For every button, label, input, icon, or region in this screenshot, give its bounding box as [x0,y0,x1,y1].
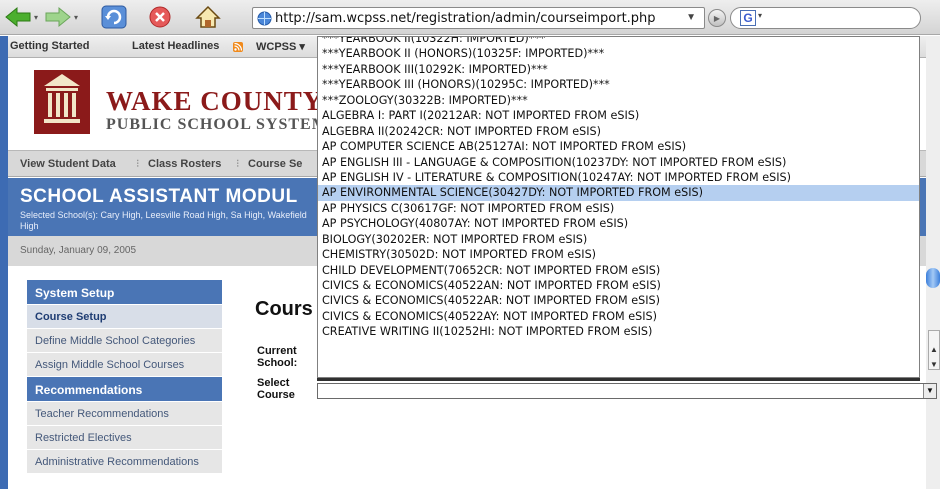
search-engine-dropdown-icon[interactable]: ▾ [758,11,762,20]
dropdown-option[interactable]: AP PHYSICS C(30617GF: NOT IMPORTED FROM … [318,201,919,216]
forward-button[interactable] [44,4,72,30]
sidebar-item-restricted-electives[interactable]: Restricted Electives [27,426,222,450]
stop-icon [149,6,171,28]
building-icon [44,74,80,123]
dropdown-option[interactable]: CHILD DEVELOPMENT(70652CR: NOT IMPORTED … [318,263,919,278]
page-scroll-thumb[interactable] [926,268,940,288]
dropdown-option[interactable]: ALGEBRA II(20242CR: NOT IMPORTED FROM eS… [318,124,919,139]
sidebar-item-define-middle-school-categories[interactable]: Define Middle School Categories [27,329,222,353]
forward-history-icon[interactable]: ▾ [74,13,78,22]
school-logo [34,70,90,134]
home-icon [195,5,221,28]
dropdown-option[interactable]: ***YEARBOOK III (HONORS)(10295C: IMPORTE… [318,77,919,92]
sidebar: System Setup Course Setup Define Middle Sc… [27,280,222,474]
browser-toolbar: ▾ ▾ http://sam.wcpss.net/registration/ad… [0,0,940,35]
dropdown-option[interactable]: ALGEBRA I: PART I(20212AR: NOT IMPORTED … [318,108,919,123]
globe-icon [257,11,272,26]
select-course-label: Select Course [257,377,295,401]
current-school-label-line1: Current [257,345,297,357]
bookmark-latest-headlines[interactable]: Latest Headlines [132,40,219,52]
sidebar-item-course-setup[interactable]: Course Setup [27,305,222,329]
course-select[interactable]: ▼ [317,383,937,399]
current-school-label-line2: School: [257,357,298,369]
dropdown-option[interactable]: ***YEARBOOK II(10322H: IMPORTED)*** [318,37,919,46]
course-dropdown-list[interactable]: ***YEARBOOK II(10322H: IMPORTED)*** ***YE… [317,36,920,378]
chevron-down-icon[interactable]: ▼ [923,384,936,398]
nav-class-rosters[interactable]: Class Rosters [148,158,221,170]
sidebar-item-teacher-recommendations[interactable]: Teacher Recommendations [27,402,222,426]
dropdown-option[interactable]: AP PSYCHOLOGY(40807AY: NOT IMPORTED FROM… [318,216,919,231]
back-history-icon[interactable]: ▾ [34,13,38,22]
nav-course-setup[interactable]: Course Se [248,158,302,170]
dropdown-option[interactable]: CIVICS & ECONOMICS(40522AY: NOT IMPORTED… [318,309,919,324]
address-bar[interactable]: http://sam.wcpss.net/registration/admin/… [252,7,705,29]
dropdown-option[interactable]: AP COMPUTER SCIENCE AB(25127AI: NOT IMPO… [318,139,919,154]
scroll-up-icon[interactable]: ▲ [930,345,938,354]
dropdown-option[interactable]: AP ENGLISH IV - LITERATURE & COMPOSITION… [318,170,919,185]
logo-title: WAKE COUNTY [106,86,324,116]
go-arrow-icon: ▶ [713,13,721,23]
selected-schools: Selected School(s): Cary High, Leesville… [20,210,307,231]
google-search-icon[interactable]: G [740,10,756,26]
dropdown-option[interactable]: BIOLOGY(30202ER: NOT IMPORTED FROM eSIS) [318,232,919,247]
current-date: Sunday, January 09, 2005 [20,245,137,256]
page-title: Cours [255,298,313,320]
reload-icon [101,5,127,29]
go-button[interactable]: ▶ [708,9,726,27]
dropdown-option[interactable]: ***ZOOLOGY(30322B: IMPORTED)*** [318,93,919,108]
forward-arrow-icon [45,6,71,28]
sidebar-item-recommendations[interactable]: Recommendations [27,377,222,402]
url-history-icon[interactable]: ▼ [686,12,696,23]
nav-separator: ⁝ [236,158,240,170]
dropdown-option[interactable]: CIVICS & ECONOMICS(40522AR: NOT IMPORTED… [318,293,919,308]
current-school-label: Current School: [257,345,297,369]
url-text: http://sam.wcpss.net/registration/admin/… [275,11,656,26]
nav-separator: ⁝ [136,158,140,170]
dropdown-shadow [317,378,920,381]
rss-icon [233,42,243,52]
select-course-label-line1: Select [257,377,290,389]
back-button[interactable] [4,4,32,30]
dropdown-option[interactable]: CREATIVE WRITING II(10252HI: NOT IMPORTE… [318,324,919,339]
page-scrollbar[interactable] [926,36,940,489]
nav-view-student-data[interactable]: View Student Data [20,158,116,170]
page-left-border [0,36,8,489]
bookmark-getting-started[interactable]: Getting Started [10,40,89,52]
module-title: SCHOOL ASSISTANT MODUL [20,186,298,207]
sidebar-item-administrative-recommendations[interactable]: Administrative Recommendations [27,450,222,474]
sidebar-item-assign-middle-school-courses[interactable]: Assign Middle School Courses [27,353,222,377]
dropdown-option[interactable]: AP ENGLISH III - LANGUAGE & COMPOSITION(… [318,155,919,170]
dropdown-option[interactable]: ***YEARBOOK III(10292K: IMPORTED)*** [318,62,919,77]
home-button[interactable] [194,4,222,30]
scroll-down-icon[interactable]: ▼ [930,360,938,369]
dropdown-option[interactable]: CHEMISTRY(30502D: NOT IMPORTED FROM eSIS… [318,247,919,262]
logo-subtitle: PUBLIC SCHOOL SYSTEM [106,116,328,133]
sidebar-item-system-setup[interactable]: System Setup [27,280,222,305]
bookmark-wcpss[interactable]: WCPSS ▾ [256,40,305,53]
back-arrow-icon [5,6,31,28]
stop-button[interactable] [146,4,174,30]
select-course-label-line2: Course [257,389,295,401]
dropdown-option[interactable]: ***YEARBOOK II (HONORS)(10325F: IMPORTED… [318,46,919,61]
reload-button[interactable] [100,4,128,30]
search-input[interactable]: G ▾ [730,7,921,29]
dropdown-option[interactable]: AP ENVIRONMENTAL SCIENCE(30427DY: NOT IM… [318,185,919,201]
dropdown-option[interactable]: CIVICS & ECONOMICS(40522AN: NOT IMPORTED… [318,278,919,293]
